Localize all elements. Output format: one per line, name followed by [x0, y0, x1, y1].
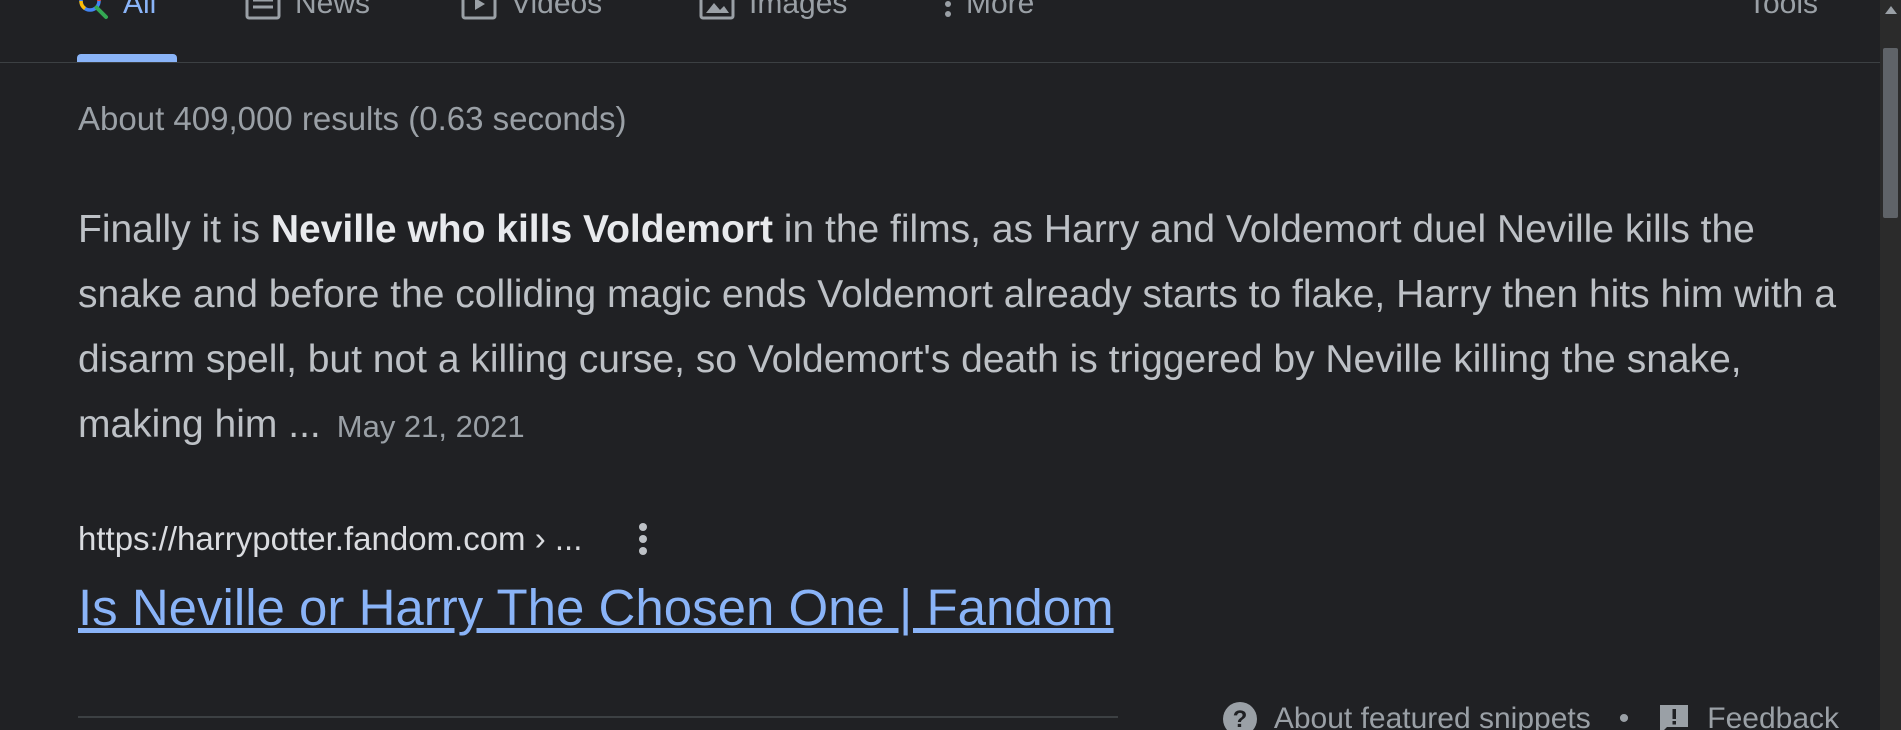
news-icon — [245, 0, 281, 20]
footer-separator: • — [1618, 702, 1630, 730]
scroll-thumb[interactable] — [1883, 48, 1898, 218]
kebab-icon — [944, 0, 952, 20]
tab-news[interactable]: News — [245, 0, 370, 26]
video-icon — [461, 0, 497, 20]
tab-news-label: News — [295, 0, 371, 20]
tab-videos[interactable]: Videos — [461, 0, 602, 26]
feedback-link[interactable]: Feedback — [1707, 702, 1839, 730]
tab-images-label: Images — [749, 0, 848, 20]
snippet-divider — [78, 716, 1118, 718]
scroll-up-arrow[interactable] — [1885, 6, 1897, 14]
tab-all[interactable]: All — [77, 0, 156, 26]
snippet-highlight: Neville who kills Voldemort — [270, 208, 773, 251]
search-icon — [77, 0, 109, 20]
active-tab-indicator — [77, 54, 177, 62]
source-url[interactable]: https://harrypotter.fandom.com › ... — [78, 520, 582, 558]
tab-more-label: More — [966, 0, 1035, 20]
svg-text:?: ? — [1233, 706, 1248, 730]
result-source: https://harrypotter.fandom.com › ... — [78, 517, 648, 561]
snippet-date: May 21, 2021 — [336, 409, 525, 444]
vertical-scrollbar[interactable] — [1880, 0, 1901, 730]
search-results-page: All News Videos Images More Tools About … — [0, 0, 1901, 730]
help-icon: ? — [1222, 701, 1258, 730]
more-vert-icon[interactable] — [638, 521, 648, 557]
tools-button[interactable]: Tools — [1748, 0, 1818, 26]
about-featured-snippets-link[interactable]: About featured snippets — [1274, 702, 1591, 730]
search-tabs-bar: All News Videos Images More Tools — [0, 0, 1880, 63]
snippet-lead: Finally it is — [78, 208, 271, 251]
feedback-icon — [1657, 702, 1691, 730]
featured-snippet-text: Finally it is Neville who kills Voldemor… — [78, 197, 1848, 459]
tab-videos-label: Videos — [511, 0, 603, 20]
tab-more[interactable]: More — [944, 0, 1034, 26]
snippet-footer: ? About featured snippets • Feedback — [1222, 697, 1839, 730]
tab-images[interactable]: Images — [699, 0, 847, 26]
image-icon — [699, 0, 735, 20]
result-title-link[interactable]: Is Neville or Harry The Chosen One | Fan… — [78, 578, 1114, 637]
result-stats: About 409,000 results (0.63 seconds) — [78, 100, 627, 137]
tab-all-label: All — [123, 0, 157, 20]
